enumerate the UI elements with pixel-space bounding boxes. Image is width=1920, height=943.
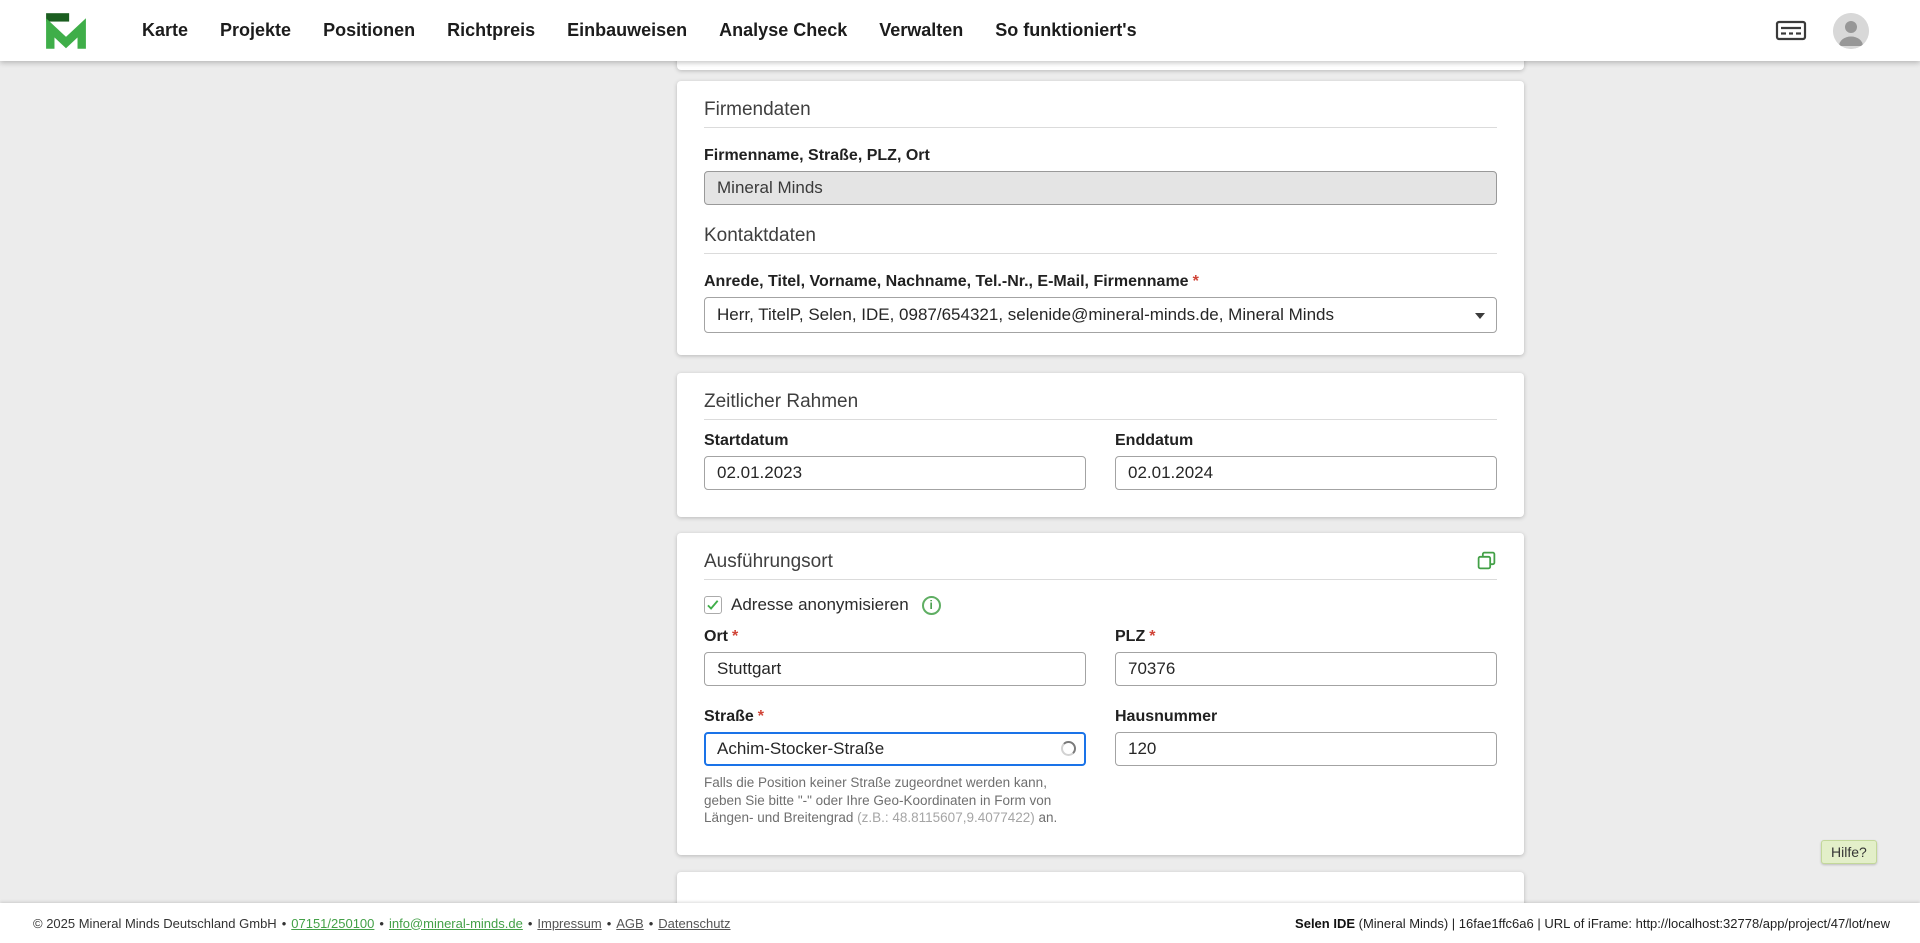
startdatum-label: Startdatum bbox=[704, 432, 1086, 450]
required-indicator: * bbox=[1149, 628, 1156, 645]
footer-separator: • bbox=[648, 915, 654, 931]
server-icon[interactable] bbox=[1775, 18, 1807, 44]
footer-separator: • bbox=[527, 915, 533, 931]
copy-icon[interactable] bbox=[1476, 550, 1497, 571]
company-field-label-text: Firmenname, Straße, PLZ, Ort bbox=[704, 147, 930, 164]
nav-item-verwalten[interactable]: Verwalten bbox=[879, 20, 963, 41]
divider bbox=[704, 579, 1497, 580]
footer-phone-link[interactable]: 07151/250100 bbox=[291, 916, 374, 931]
kontakt-select[interactable]: Herr, TitelP, Selen, IDE, 0987/654321, s… bbox=[704, 297, 1497, 333]
helper-text-end: an. bbox=[1034, 810, 1058, 825]
kontaktdaten-title: Kontaktdaten bbox=[704, 225, 816, 246]
top-navbar: Karte Projekte Positionen Richtpreis Ein… bbox=[0, 0, 1920, 61]
nav-item-positionen[interactable]: Positionen bbox=[323, 20, 415, 41]
hausnummer-label-text: Hausnummer bbox=[1115, 708, 1218, 725]
nav-item-analyse-check[interactable]: Analyse Check bbox=[719, 20, 847, 41]
footer-separator: • bbox=[281, 915, 287, 931]
strasse-field: Straße * Falls die Position keiner Straß… bbox=[704, 708, 1086, 827]
nav-item-projekte[interactable]: Projekte bbox=[220, 20, 291, 41]
footer-left: © 2025 Mineral Minds Deutschland GmbH • … bbox=[33, 916, 731, 931]
page: Karte Projekte Positionen Richtpreis Ein… bbox=[0, 0, 1920, 943]
anonymisieren-label: Adresse anonymisieren bbox=[731, 595, 909, 614]
helper-text-coords: (z.B.: 48.8115607,9.4077422) bbox=[857, 810, 1035, 825]
strasse-label-text: Straße bbox=[704, 708, 754, 725]
zeitraum-title: Zeitlicher Rahmen bbox=[704, 391, 859, 412]
divider bbox=[704, 127, 1497, 128]
kontakt-field-label-text: Anrede, Titel, Vorname, Nachname, Tel.-N… bbox=[704, 273, 1189, 290]
nav-item-so-funktionierts[interactable]: So funktioniert's bbox=[995, 20, 1136, 41]
hausnummer-field: Hausnummer bbox=[1115, 708, 1497, 827]
card-zeitlicher-rahmen: Zeitlicher Rahmen Startdatum Enddatum bbox=[677, 373, 1524, 517]
ausfuehrungsort-title: Ausführungsort bbox=[704, 551, 833, 572]
enddatum-label: Enddatum bbox=[1115, 432, 1497, 450]
info-icon[interactable]: i bbox=[921, 595, 941, 615]
footer-copyright: © 2025 Mineral Minds Deutschland GmbH bbox=[33, 915, 277, 931]
help-button[interactable]: Hilfe? bbox=[1821, 840, 1877, 864]
nav-item-karte[interactable]: Karte bbox=[142, 20, 188, 41]
plz-label: PLZ * bbox=[1115, 628, 1497, 646]
footer-separator: • bbox=[379, 915, 384, 931]
startdatum-field: Startdatum bbox=[704, 432, 1086, 490]
ort-field: Ort * bbox=[704, 628, 1086, 686]
footer: © 2025 Mineral Minds Deutschland GmbH • … bbox=[0, 903, 1920, 943]
required-indicator: * bbox=[1192, 273, 1199, 290]
footer-datenschutz-link[interactable]: Datenschutz bbox=[658, 916, 730, 931]
footer-agb-link[interactable]: AGB bbox=[616, 916, 643, 931]
company-input bbox=[704, 171, 1497, 205]
strasse-label: Straße * bbox=[704, 708, 1086, 726]
hausnummer-input[interactable] bbox=[1115, 732, 1497, 766]
nav-item-richtpreis[interactable]: Richtpreis bbox=[447, 20, 535, 41]
nav-item-einbauweisen[interactable]: Einbauweisen bbox=[567, 20, 687, 41]
firmendaten-title: Firmendaten bbox=[704, 99, 811, 120]
footer-email-link[interactable]: info@mineral-minds.de bbox=[389, 916, 523, 931]
footer-separator: • bbox=[606, 915, 612, 931]
ort-label-text: Ort bbox=[704, 628, 728, 645]
chevron-down-icon bbox=[1475, 313, 1485, 319]
strasse-helper-text: Falls die Position keiner Straße zugeord… bbox=[704, 774, 1086, 827]
plz-input[interactable] bbox=[1115, 652, 1497, 686]
required-indicator: * bbox=[732, 628, 739, 645]
mineral-minds-logo-icon[interactable] bbox=[44, 9, 88, 53]
checkmark-icon bbox=[707, 600, 719, 610]
card-ausfuehrungsort: Ausführungsort Adresse anonymisieren i O… bbox=[677, 533, 1524, 855]
ort-input[interactable] bbox=[704, 652, 1086, 686]
anonymisieren-checkbox[interactable] bbox=[704, 596, 722, 614]
enddatum-label-text: Enddatum bbox=[1115, 432, 1194, 449]
topbar-right bbox=[1775, 12, 1869, 49]
startdatum-label-text: Startdatum bbox=[704, 432, 789, 449]
plz-field: PLZ * bbox=[1115, 628, 1497, 686]
footer-app-name: Selen IDE bbox=[1295, 915, 1356, 931]
main-nav: Karte Projekte Positionen Richtpreis Ein… bbox=[142, 20, 1137, 41]
hausnummer-label: Hausnummer bbox=[1115, 708, 1497, 726]
user-avatar[interactable] bbox=[1833, 12, 1869, 49]
required-indicator: * bbox=[757, 708, 765, 725]
footer-app-info: Selen IDE (Mineral Minds) | 16fae1ffc6a6… bbox=[1295, 916, 1890, 931]
divider bbox=[704, 419, 1497, 420]
loading-spinner-icon bbox=[1061, 741, 1076, 756]
card-firmendaten: Firmendaten Firmenname, Straße, PLZ, Ort… bbox=[677, 81, 1524, 355]
ort-label: Ort * bbox=[704, 628, 1086, 646]
strasse-input[interactable] bbox=[704, 732, 1086, 766]
footer-app-details: (Mineral Minds) | 16fae1ffc6a6 | URL of … bbox=[1355, 915, 1890, 931]
footer-impressum-link[interactable]: Impressum bbox=[537, 916, 601, 931]
company-field-label: Firmenname, Straße, PLZ, Ort bbox=[704, 147, 1497, 165]
kontakt-field-label: Anrede, Titel, Vorname, Nachname, Tel.-N… bbox=[704, 273, 1497, 291]
enddatum-field: Enddatum bbox=[1115, 432, 1497, 490]
plz-label-text: PLZ bbox=[1115, 628, 1146, 645]
kontakt-select-value: Herr, TitelP, Selen, IDE, 0987/654321, s… bbox=[717, 305, 1334, 324]
startdatum-input[interactable] bbox=[704, 456, 1086, 490]
divider bbox=[704, 253, 1497, 254]
enddatum-input[interactable] bbox=[1115, 456, 1497, 490]
